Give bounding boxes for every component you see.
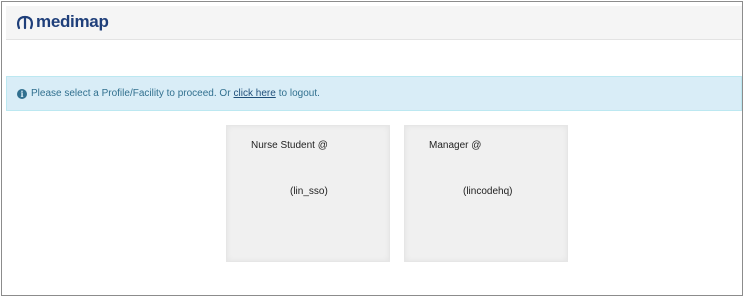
profile-facility: (lin_sso) xyxy=(290,186,328,197)
medimap-logo[interactable]: medimap xyxy=(16,13,109,31)
medimap-logo-icon xyxy=(16,14,34,30)
alert-text-before: Please select a Profile/Facility to proc… xyxy=(31,88,231,99)
alert-text-after: to logout. xyxy=(278,88,320,99)
profile-role: Manager @ xyxy=(429,140,482,151)
profile-role: Nurse Student @ xyxy=(251,140,328,151)
profile-card-manager[interactable]: Manager @ (lincodehq) xyxy=(404,125,568,262)
profile-facility: (lincodehq) xyxy=(463,186,513,197)
info-alert: i Please select a Profile/Facility to pr… xyxy=(6,76,742,111)
logo-text: medimap xyxy=(36,12,109,31)
logout-link[interactable]: click here xyxy=(234,88,276,99)
profile-card-nurse-student[interactable]: Nurse Student @ (lin_sso) xyxy=(226,125,390,262)
top-navbar: medimap xyxy=(6,6,742,40)
info-circle-icon: i xyxy=(17,88,27,99)
